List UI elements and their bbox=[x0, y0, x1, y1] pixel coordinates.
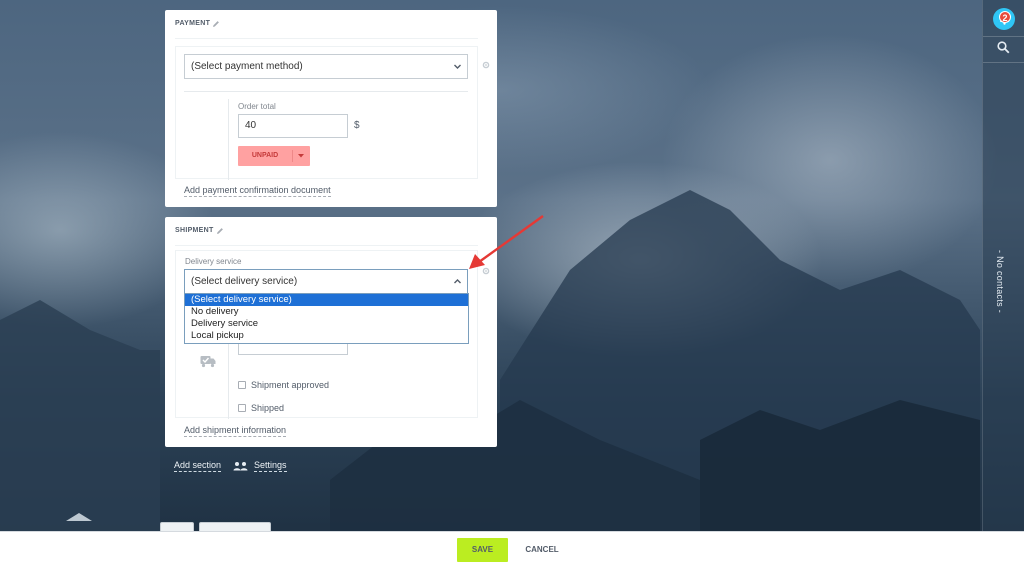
add-payment-document-link[interactable]: Add payment confirmation document bbox=[184, 185, 331, 197]
bottom-action-bar: SAVE CANCEL bbox=[0, 531, 1024, 569]
shipped-label: Shipped bbox=[251, 403, 285, 413]
payment-method-value: (Select payment method) bbox=[191, 61, 303, 72]
delivery-service-label: Delivery service bbox=[185, 257, 242, 266]
add-section-link[interactable]: Add section bbox=[174, 460, 222, 472]
save-button[interactable]: SAVE bbox=[457, 538, 508, 562]
users-settings-icon bbox=[233, 462, 248, 471]
pencil-icon[interactable] bbox=[212, 20, 220, 28]
no-contacts-label: - No contacts - bbox=[995, 250, 1005, 314]
cancel-button[interactable]: CANCEL bbox=[520, 538, 564, 562]
sidebar-divider bbox=[983, 62, 1024, 63]
title-divider bbox=[175, 38, 478, 39]
sidebar-divider bbox=[983, 36, 1024, 37]
delivery-service-value: (Select delivery service) bbox=[191, 276, 298, 287]
order-total-label: Order total bbox=[238, 102, 276, 111]
gear-icon[interactable] bbox=[482, 61, 490, 69]
payment-inner-box: (Select payment method) Order total 40 $… bbox=[175, 46, 478, 180]
chevron-down-icon bbox=[454, 64, 461, 69]
dropdown-option[interactable]: No delivery bbox=[185, 306, 468, 318]
settings-link[interactable]: Settings bbox=[254, 460, 287, 472]
delivery-service-select[interactable]: (Select delivery service) bbox=[184, 269, 468, 294]
notification-count-badge: 2 bbox=[999, 11, 1011, 23]
dropdown-option[interactable]: (Select delivery service) bbox=[185, 294, 468, 306]
shipment-approved-label: Shipment approved bbox=[251, 380, 330, 390]
title-divider bbox=[175, 245, 478, 246]
scroll-up-icon[interactable] bbox=[66, 513, 92, 522]
order-total-input[interactable]: 40 bbox=[238, 114, 348, 138]
delivery-service-dropdown: (Select delivery service) No delivery De… bbox=[184, 293, 469, 344]
payment-title: PAYMENT bbox=[175, 20, 211, 27]
currency-symbol: $ bbox=[354, 120, 360, 131]
payment-separator bbox=[184, 91, 468, 92]
unpaid-status-button[interactable]: UNPAID bbox=[238, 146, 310, 166]
add-shipment-info-link[interactable]: Add shipment information bbox=[184, 425, 287, 437]
annotation-arrow bbox=[469, 215, 544, 269]
shipment-vertical-line bbox=[228, 339, 229, 419]
dropdown-option[interactable]: Local pickup bbox=[185, 330, 468, 342]
payment-card: PAYMENT (Select payment method) Order to… bbox=[165, 10, 497, 207]
search-icon[interactable] bbox=[997, 41, 1010, 54]
payment-method-select[interactable]: (Select payment method) bbox=[184, 54, 468, 79]
payment-vertical-line bbox=[228, 99, 229, 180]
shipment-approved-checkbox[interactable] bbox=[238, 381, 246, 389]
shipment-title: SHIPMENT bbox=[175, 227, 214, 234]
chevron-up-icon bbox=[454, 279, 461, 284]
dropdown-option[interactable]: Delivery service bbox=[185, 318, 468, 330]
unpaid-label: UNPAID bbox=[251, 152, 279, 159]
truck-check-icon bbox=[200, 356, 216, 368]
unpaid-divider bbox=[292, 150, 293, 162]
pencil-icon[interactable] bbox=[216, 227, 224, 235]
right-sidebar: 2 - No contacts - bbox=[982, 0, 1024, 569]
shipped-checkbox[interactable] bbox=[238, 404, 246, 412]
caret-down-icon bbox=[298, 154, 304, 158]
